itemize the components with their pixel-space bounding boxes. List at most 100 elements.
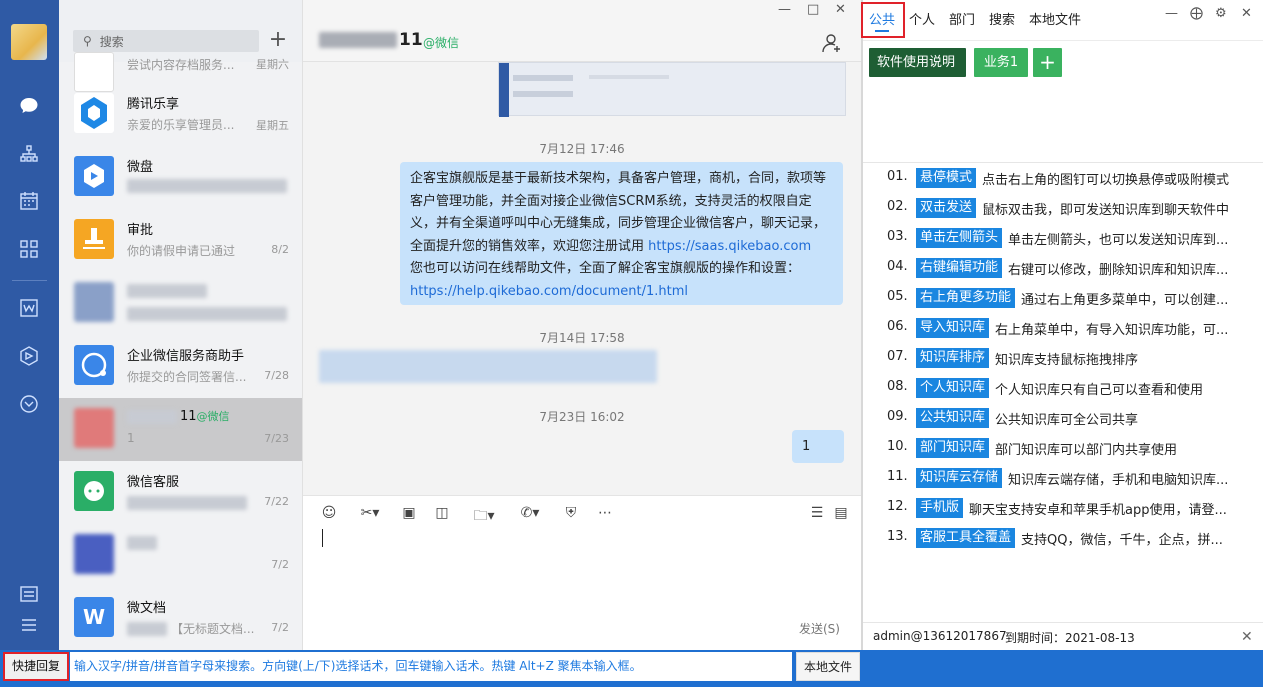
add-member-icon[interactable] [821,32,843,58]
calendar-icon[interactable] [18,190,40,212]
quick-reply-button[interactable]: 快捷回复 [3,652,69,681]
conversation-item[interactable]: 腾讯乐享 亲爱的乐享管理员... 星期五 [59,83,302,146]
message-input-area[interactable] [303,495,861,650]
conversation-item-selected[interactable]: 11@微信 1 7/23 [59,398,302,461]
more-icon[interactable]: ⋯ [595,505,615,525]
screenshot-preview-image[interactable] [498,62,846,117]
link-help[interactable]: https://help.qikebao.com/document/1.html [410,284,688,299]
image-icon[interactable]: ▣ [399,505,419,525]
chat-icon[interactable] [18,95,40,117]
conversation-item[interactable]: 7/2 [59,524,302,587]
link-saas[interactable]: https://saas.qikebao.com [648,239,811,254]
knowledge-item[interactable]: 03. 单击左侧箭头 单击左侧箭头，也可以发送知识库到... [863,223,1263,253]
add-category-button[interactable]: + [1033,48,1062,77]
item-tag[interactable]: 知识库排序 [916,348,990,368]
business-button[interactable]: 业务1 [974,48,1028,77]
minimize-icon[interactable]: — [778,2,791,17]
gear-icon[interactable]: ⚙ [1215,6,1227,21]
close-icon[interactable]: ✕ [835,2,846,17]
footer-expire: 到期时间：2021-08-13 [1005,631,1135,645]
item-tag[interactable]: 知识库云存储 [916,468,1003,488]
knowledge-item[interactable]: 07. 知识库排序 知识库支持鼠标拖拽排序 [863,343,1263,373]
blurred-name [127,284,207,298]
manual-button[interactable]: 软件使用说明 [869,48,966,77]
message-bubble[interactable]: 企客宝旗舰版是基于最新技术架构，具备客户管理，商机，合同，款项等客户管理功能，并… [400,162,843,305]
conversation-item[interactable]: 微信客服 7/22 [59,461,302,524]
conversation-item[interactable]: W 微文档 【无标题文档... 7/2 [59,587,302,650]
blurred-chat-name [319,32,397,48]
emoji-icon[interactable]: ☺ [319,505,339,525]
local-file-button[interactable]: 本地文件 [796,652,860,681]
conversation-date: 7/28 [264,369,289,382]
item-tag[interactable]: 导入知识库 [916,318,990,338]
timestamp: 7月14日 17:58 [539,331,625,345]
menu-icon[interactable] [18,614,40,636]
conversation-item[interactable]: 审批 你的请假申请已通过 8/2 [59,209,302,272]
workbench-icon[interactable] [18,238,40,260]
item-number: 05. [887,289,908,304]
blurred-snippet [127,496,247,510]
item-tag[interactable]: 右键编辑功能 [916,258,1003,278]
close-icon[interactable]: ✕ [1241,629,1253,645]
maximize-icon[interactable]: □ [807,2,819,17]
folder-icon[interactable]: 🗀▾ [469,505,499,525]
item-tag[interactable]: 双击发送 [916,198,977,218]
quick-reply-input[interactable]: 输入汉字/拼音/拼音首字母来搜索。方向键(上/下)选择话术，回车键输入话术。热键… [70,652,792,681]
conversation-snippet: 你的请假申请已通过 [127,244,236,258]
item-description: 通过右上角更多菜单中，可以创建... [1021,293,1229,308]
drive-icon[interactable] [18,345,40,367]
tab-local-files[interactable]: 本地文件 [1029,9,1081,28]
item-tag[interactable]: 公共知识库 [916,408,990,428]
item-tag[interactable]: 单击左侧箭头 [916,228,1003,248]
doc-w-icon[interactable]: ◫ [432,505,452,525]
item-tag[interactable]: 悬停模式 [916,168,977,188]
text-caret [322,529,323,547]
conversation-item[interactable]: 微盘 [59,146,302,209]
pin-icon[interactable]: ⨁ [1190,6,1203,21]
item-tag[interactable]: 右上角更多功能 [916,288,1016,308]
phone-icon[interactable]: ✆▾ [515,505,545,525]
item-number: 02. [887,199,908,214]
conversation-item[interactable] [59,272,302,335]
close-icon[interactable]: ✕ [1241,6,1252,21]
conversation-snippet: 你提交的合同签署信... [127,370,247,384]
sidebar-toggle-icon[interactable]: ▤ [831,505,851,525]
item-description: 公共知识库可全公司共享 [995,413,1139,428]
tab-search[interactable]: 搜索 [989,9,1015,28]
tab-personal[interactable]: 个人 [909,9,935,28]
knowledge-item[interactable]: 04. 右键编辑功能 右键可以修改，删除知识库和知识库... [863,253,1263,283]
minimize-icon[interactable]: — [1165,6,1178,21]
sent-message-bubble[interactable]: 1 [792,430,844,463]
shield-icon[interactable]: ⛨ [561,505,581,525]
item-tag[interactable]: 部门知识库 [916,438,990,458]
settings-list-icon[interactable] [18,583,40,605]
item-description: 支持QQ，微信，千牛，企点，拼... [1021,533,1223,548]
knowledge-item[interactable]: 08. 个人知识库 个人知识库只有自己可以查看和使用 [863,373,1263,403]
knowledge-item[interactable]: 11. 知识库云存储 知识库云端存储，手机和电脑知识库... [863,463,1263,493]
knowledge-item[interactable]: 05. 右上角更多功能 通过右上角更多菜单中，可以创建... [863,283,1263,313]
conversation-item[interactable]: 企业微信服务商助手 你提交的合同签署信... 7/28 [59,335,302,398]
knowledge-item[interactable]: 09. 公共知识库 公共知识库可全公司共享 [863,403,1263,433]
blurred-avatar [74,408,114,448]
blurred-name [127,536,157,550]
knowledge-item[interactable]: 13. 客服工具全覆盖 支持QQ，微信，千牛，企点，拼... [863,523,1263,553]
item-number: 06. [887,319,908,334]
knowledge-item[interactable]: 01. 悬停模式 点击右上角的图钉可以切换悬停或吸附模式 [863,163,1263,193]
message-record-icon[interactable]: ☰ [807,505,827,525]
knowledge-item[interactable]: 06. 导入知识库 右上角菜单中，有导入知识库功能，可... [863,313,1263,343]
send-button[interactable]: 发送(S) [799,620,840,637]
doc-w-icon[interactable] [18,297,40,319]
item-tag[interactable]: 客服工具全覆盖 [916,528,1016,548]
contacts-icon[interactable] [18,143,40,165]
knowledge-item[interactable]: 10. 部门知识库 部门知识库可以部门内共享使用 [863,433,1263,463]
screenshot-scissors-icon[interactable]: ✂▾ [355,505,385,525]
highlight-box-tab [861,2,905,38]
tab-department[interactable]: 部门 [949,9,975,28]
user-avatar[interactable] [11,24,47,60]
item-tag[interactable]: 个人知识库 [916,378,990,398]
conversation-date: 7/2 [271,621,289,634]
meeting-icon[interactable] [18,393,40,415]
knowledge-item[interactable]: 02. 双击发送 鼠标双击我，即可发送知识库到聊天软件中 [863,193,1263,223]
knowledge-item[interactable]: 12. 手机版 聊天宝支持安卓和苹果手机app使用，请登... [863,493,1263,523]
item-tag[interactable]: 手机版 [916,498,964,518]
